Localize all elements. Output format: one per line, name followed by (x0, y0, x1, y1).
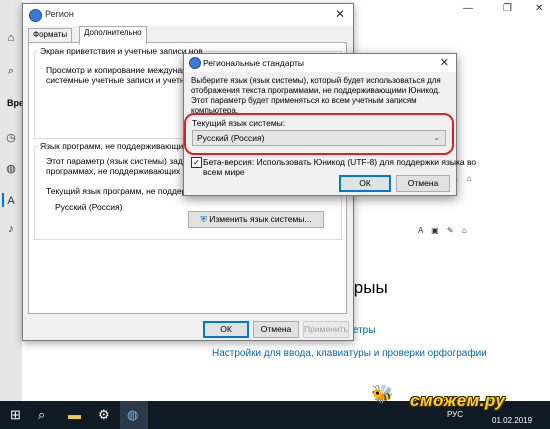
region-globe-icon (29, 9, 42, 22)
watermark-text: сможем.ру (410, 391, 506, 410)
regional-standards-dialog: Региональные стандарты ✕ Выберите язык (… (183, 53, 476, 196)
date-time-icon[interactable]: ◷ (5, 132, 17, 144)
cancel-button[interactable]: Отмена (253, 321, 299, 338)
region-title: Регион (45, 9, 74, 19)
standards-ok-button[interactable]: ОК (339, 175, 391, 192)
settings-gear-icon[interactable]: ⚙ (98, 407, 110, 423)
close-icon[interactable]: ✕ (335, 7, 345, 21)
current-language-value: Русский (Россия) (55, 202, 123, 212)
close-icon[interactable]: ✕ (535, 3, 543, 14)
standards-globe-icon (189, 57, 201, 69)
change-system-language-button[interactable]: ⛨ Изменить язык системы... (188, 211, 324, 228)
change-system-language-label: Изменить язык системы... (209, 214, 312, 224)
system-language-select[interactable]: Русский (Россия) ⌄ (192, 130, 446, 146)
language-feature-icons-2: A ▣ ✎ ⌂ (418, 226, 470, 235)
current-system-language-label: Текущий язык системы: (192, 118, 286, 128)
language-icon[interactable]: A (5, 195, 17, 207)
home-icon[interactable]: ⌂ (5, 32, 17, 44)
file-explorer-icon[interactable]: ▬ (68, 407, 81, 423)
bee-mascot-icon: 🐝 (371, 384, 394, 404)
apply-button[interactable]: Применить (303, 321, 349, 338)
utf8-beta-label-line-1: Бета-версия: Использовать Юникод (UTF-8)… (203, 157, 477, 167)
close-icon[interactable]: ✕ (440, 56, 449, 69)
standards-title: Региональные стандарты (203, 58, 304, 68)
utf8-beta-checkbox[interactable]: ✓ (191, 157, 202, 168)
shield-icon: ⛨ (200, 214, 207, 224)
utf8-beta-label-line-2: всем мире (203, 167, 245, 177)
standards-description: Выберите язык (язык системы), который бу… (191, 76, 441, 115)
standards-titlebar: Региональные стандарты ✕ (184, 54, 456, 72)
system-language-selected: Русский (Россия) (197, 133, 265, 143)
welcome-text-line-1: Просмотр и копирование международн (46, 65, 202, 75)
welcome-group-title: Экран приветствия и учетные записи нов (38, 46, 205, 56)
sidebar-selection-indicator (2, 193, 4, 207)
clock-date[interactable]: 01.02.2019 (492, 416, 532, 425)
settings-link-input-keyboard[interactable]: Настройки для ввода, клавиатуры и провер… (212, 348, 487, 359)
chevron-down-icon: ⌄ (433, 133, 440, 142)
search-icon[interactable]: ⌕ (38, 407, 45, 423)
tab-additional[interactable]: Дополнительно (79, 26, 147, 45)
windows-start-icon[interactable]: ⊞ (10, 407, 21, 423)
settings-sidebar: ⌂ ⌕ Вре ◷ ◍ A ♪ (0, 0, 24, 401)
globe-icon[interactable]: ◍ (5, 163, 17, 175)
minimize-icon[interactable]: — (463, 3, 473, 14)
input-language-indicator[interactable]: РУС (447, 410, 463, 419)
standards-cancel-button[interactable]: Отмена (396, 175, 450, 192)
region-titlebar: Регион ✕ (23, 4, 353, 26)
search-icon[interactable]: ⌕ (5, 65, 17, 77)
speech-icon[interactable]: ♪ (5, 223, 17, 235)
ok-button[interactable]: ОК (203, 321, 249, 338)
maximize-icon[interactable]: ❐ (503, 3, 512, 14)
region-app-icon[interactable]: ◍ (127, 407, 138, 423)
